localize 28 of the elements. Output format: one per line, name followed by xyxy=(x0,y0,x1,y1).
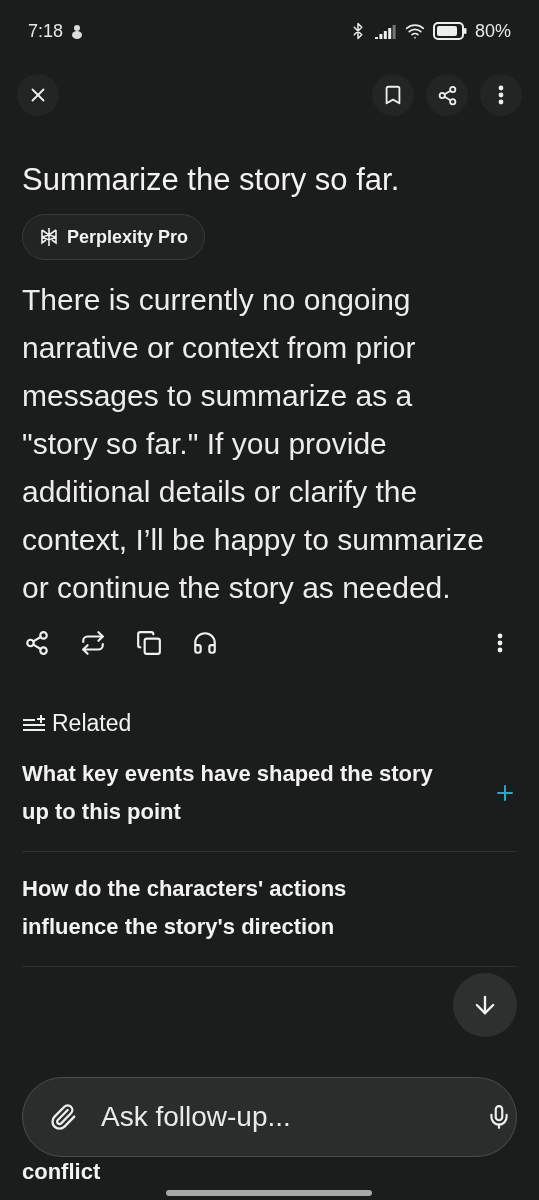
attach-icon[interactable] xyxy=(49,1103,77,1131)
more-icon xyxy=(498,85,504,105)
battery-level: 80% xyxy=(474,20,511,42)
dots-icon xyxy=(497,633,503,653)
related-question[interactable]: conflict xyxy=(22,1159,101,1185)
close-button[interactable] xyxy=(17,74,59,116)
headphones-icon[interactable] xyxy=(192,630,218,656)
wifi-icon xyxy=(404,21,425,41)
more-icon[interactable] xyxy=(497,633,503,653)
battery-icon xyxy=(432,22,467,40)
repeat-icon[interactable] xyxy=(80,630,106,656)
copy-icon[interactable] xyxy=(136,630,162,656)
follow-up-field[interactable]: Ask follow-up... xyxy=(99,1100,464,1134)
follow-up-box[interactable]: Ask follow-up... xyxy=(22,1077,517,1157)
bookmark-button[interactable] xyxy=(372,74,414,116)
status-time: 7:18 xyxy=(28,20,64,42)
share-icon xyxy=(436,84,458,106)
more-button[interactable] xyxy=(480,74,522,116)
signal-icon xyxy=(374,23,397,39)
related-question[interactable]: How do the characters' actions influence the story's direction xyxy=(22,870,442,946)
question-title: Summarize the story so far. xyxy=(22,161,401,199)
list-plus-icon xyxy=(22,713,46,734)
share-icon[interactable] xyxy=(24,630,50,656)
share-button[interactable] xyxy=(426,74,468,116)
model-name: Perplexity Pro xyxy=(67,226,189,248)
related-question[interactable]: What key events have shaped the story up to this point xyxy=(22,755,442,831)
related-title: Related xyxy=(52,710,132,737)
answer-text: There is currently no ongoing narrative or context from prior messages to summarize as a "story so far." If you provide additional details or clarify the context, I’ll be happy to summarize or continue the story as needed. xyxy=(22,282,484,606)
